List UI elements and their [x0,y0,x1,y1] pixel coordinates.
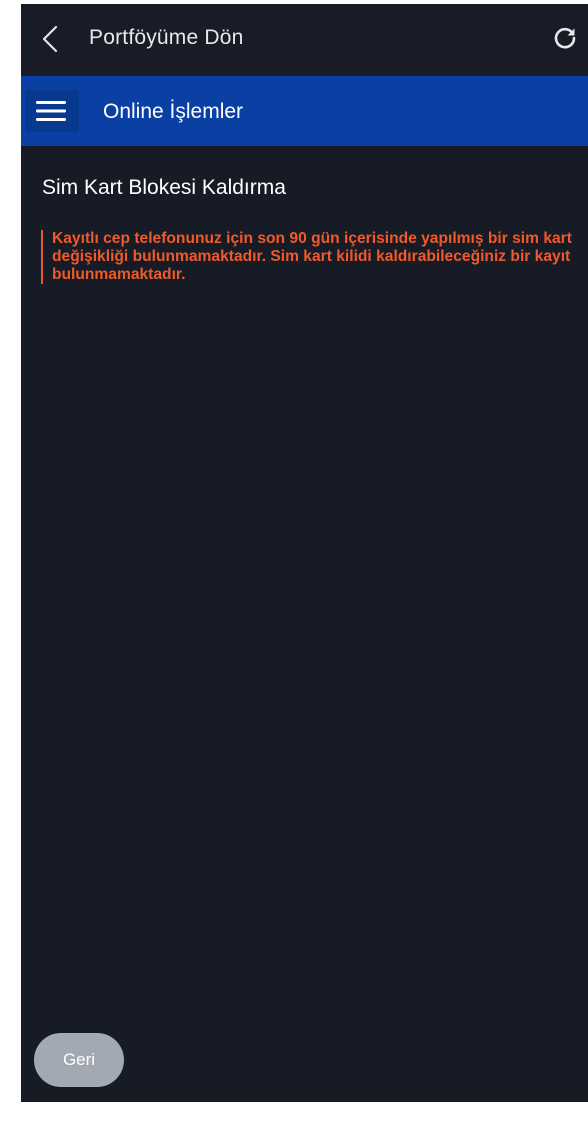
back-to-portfolio-link[interactable]: Portföyüme Dön [89,26,244,50]
refresh-icon[interactable] [552,25,578,51]
section-nav-bar: Online İşlemler [21,76,588,146]
app-screen: Portföyüme Dön Online İşlemler Sim Kart … [21,4,588,1102]
top-bar: Portföyüme Dön [21,4,588,76]
back-button[interactable]: Geri [34,1033,124,1087]
warning-message: Kayıtlı cep telefonunuz için son 90 gün … [41,230,588,284]
hamburger-menu-icon [36,101,66,121]
navbar-title: Online İşlemler [103,100,244,123]
chevron-left-icon[interactable] [39,24,63,54]
page-title: Sim Kart Blokesi Kaldırma [42,176,286,199]
menu-button[interactable] [25,90,79,132]
